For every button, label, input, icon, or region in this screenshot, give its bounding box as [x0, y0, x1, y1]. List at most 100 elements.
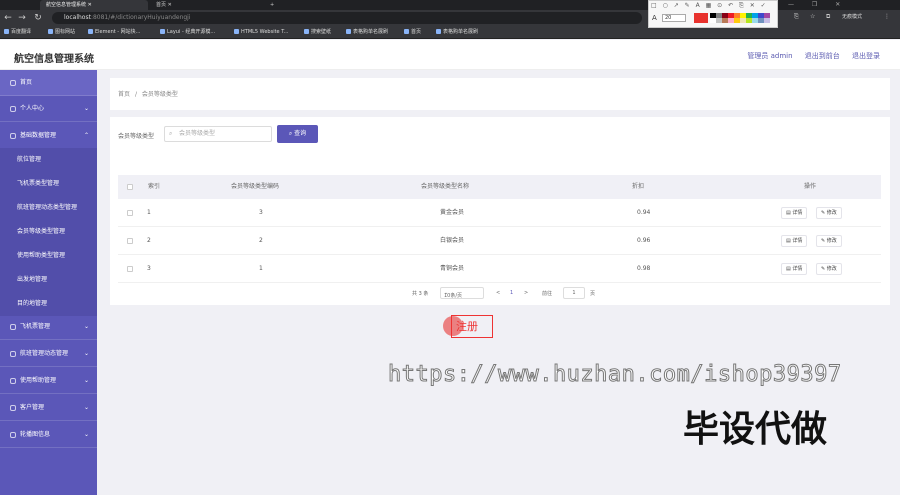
menu-icon[interactable]: ⋮: [884, 13, 890, 20]
bookmark-icon: [88, 29, 93, 34]
reload-icon[interactable]: ↻: [32, 12, 44, 24]
sidebar-item-help[interactable]: 使用帮助管理 ⌄: [0, 368, 97, 394]
select-all-checkbox[interactable]: [127, 184, 133, 190]
bookmark[interactable]: Layui - 经典开源模...: [160, 28, 215, 37]
goto-page-input[interactable]: 1: [563, 287, 585, 299]
annotation-tools[interactable]: □ ○ ↗ ✎ A ▦ ⊙ ↶ ⎘ ✕ ✓: [651, 2, 768, 10]
extension-icon[interactable]: ⧉: [826, 13, 830, 21]
forward-icon[interactable]: →: [16, 12, 28, 24]
front-link[interactable]: 退出到前台: [805, 52, 840, 60]
cell-discount: 0.96: [637, 237, 651, 244]
row-checkbox[interactable]: [127, 210, 133, 216]
page-unit-label: 页: [590, 291, 596, 297]
color-palette: [710, 13, 770, 23]
bookmark-icon: [234, 29, 239, 34]
edit-icon: ✎: [821, 266, 826, 272]
sidebar-subitem[interactable]: 出发地管理: [0, 268, 97, 292]
url-input[interactable]: localhost:8081/#/dictionaryHuiyuandengji: [52, 12, 642, 24]
star-icon[interactable]: ☆: [810, 13, 815, 20]
header-discount[interactable]: 折扣: [632, 175, 644, 199]
detail-button[interactable]: ▤ 详情: [781, 235, 808, 247]
sidebar-item-basic[interactable]: 基础数据管理 ⌃: [0, 123, 97, 149]
app-header: 航空信息管理系统 管理员 admin 退出到前台 退出登录: [0, 40, 900, 70]
bookmark[interactable]: 图标网站: [48, 28, 75, 37]
bookmark[interactable]: 表格购单名展刷: [436, 28, 478, 37]
search-icon: ⌕: [288, 130, 293, 137]
back-icon[interactable]: ←: [2, 12, 14, 24]
chevron-up-icon: ⌃: [83, 132, 89, 139]
bookmark[interactable]: 搜索壁纸: [304, 28, 331, 37]
watermark-url: https://www.huzhan.com/ishop39397: [388, 362, 842, 388]
font-size-select[interactable]: 20: [662, 14, 686, 22]
sidebar-subitem-active[interactable]: 会员等级类型管理: [0, 220, 97, 244]
chevron-down-icon: ⌄: [83, 377, 89, 384]
search-input[interactable]: ⌕ 会员等级类型: [164, 126, 272, 142]
bookmark[interactable]: 表格购单名展刷: [346, 28, 388, 37]
sidebar-item-tickets[interactable]: 飞机票管理 ⌄: [0, 314, 97, 340]
sidebar-item-home[interactable]: 首页: [0, 70, 97, 96]
cell-index: 3: [147, 265, 151, 272]
sidebar-subitem[interactable]: 使用帮助类型管理: [0, 244, 97, 268]
page-size-select[interactable]: 10条/页 ⌄: [440, 287, 484, 299]
window-controls[interactable]: — ❐ ✕: [788, 0, 900, 10]
header-code[interactable]: 会员等级类型编码: [231, 175, 279, 199]
translate-icon[interactable]: ⎘: [794, 13, 799, 21]
app-title: 航空信息管理系统: [14, 54, 94, 65]
chevron-down-icon: ⌄: [83, 105, 89, 112]
sidebar-item-personal[interactable]: 个人中心 ⌄: [0, 96, 97, 122]
breadcrumb-card: 首页 / 会员等级类型: [110, 78, 890, 110]
filter-label: 会员等级类型: [118, 133, 155, 140]
search-icon: ⌕: [169, 130, 173, 137]
table-row: 3 1 青铜会员 0.98 ▤ 详情 ✎ 修改: [118, 255, 881, 283]
tab-title: 首页: [156, 2, 167, 8]
header-links: 管理员 admin 退出到前台 退出登录: [737, 51, 880, 61]
user-icon: [10, 105, 16, 112]
row-checkbox[interactable]: [127, 238, 133, 244]
prev-page-button[interactable]: <: [496, 290, 500, 296]
chevron-down-icon: ⌄: [83, 431, 89, 438]
chevron-down-icon: ⌄: [83, 350, 89, 357]
detail-icon: ▤: [786, 266, 791, 272]
edit-button[interactable]: ✎ 修改: [816, 207, 842, 219]
pagination: 共 3 条 10条/页 ⌄ < 1 > 前往 1 页: [110, 287, 890, 301]
sidebar-subitem[interactable]: 飞机票类型管理: [0, 172, 97, 196]
bookmark[interactable]: HTML5 Website T...: [234, 28, 288, 37]
bookmark[interactable]: 首页: [404, 28, 421, 37]
current-color-swatch[interactable]: [694, 13, 708, 23]
admin-label: 管理员 admin: [747, 52, 793, 60]
home-icon: [10, 79, 16, 86]
search-button[interactable]: ⌕ 查询: [277, 125, 318, 143]
sidebar-item-flight-dynamics[interactable]: 航班管理动态管理 ⌄: [0, 341, 97, 367]
page-number-current[interactable]: 1: [510, 290, 513, 296]
edit-button[interactable]: ✎ 修改: [816, 263, 842, 275]
detail-button[interactable]: ▤ 详情: [781, 207, 808, 219]
sidebar-subitem[interactable]: 目的地管理: [0, 292, 97, 316]
next-page-button[interactable]: >: [524, 290, 528, 296]
close-icon[interactable]: ✕: [88, 2, 92, 8]
font-icon[interactable]: A: [652, 14, 657, 22]
detail-icon: ▤: [786, 210, 791, 216]
new-tab-button[interactable]: +: [264, 0, 280, 10]
breadcrumb-home[interactable]: 首页: [118, 91, 130, 98]
sidebar-item-carousel[interactable]: 轮播图信息 ⌄: [0, 422, 97, 448]
row-checkbox[interactable]: [127, 266, 133, 272]
detail-button[interactable]: ▤ 详情: [781, 263, 808, 275]
cell-discount: 0.98: [637, 265, 651, 272]
bookmark[interactable]: 百度翻译: [4, 28, 31, 37]
bookmark[interactable]: Element - 网站快...: [88, 28, 140, 37]
header-name[interactable]: 会员等级类型名称: [421, 175, 469, 199]
data-table: 索引 会员等级类型编码 会员等级类型名称 折扣 操作 1 3 黄金会员 0.94…: [110, 165, 890, 305]
browser-tab[interactable]: 首页 ✕: [150, 0, 260, 10]
sidebar-subitem[interactable]: 航位管理: [0, 148, 97, 172]
breadcrumb-current: 会员等级类型: [141, 91, 178, 98]
close-icon[interactable]: ✕: [168, 2, 172, 8]
edit-button[interactable]: ✎ 修改: [816, 235, 842, 247]
cell-index: 2: [147, 237, 151, 244]
register-annotation: 注册: [451, 315, 493, 338]
sidebar-subitem[interactable]: 航班管理动态类型管理: [0, 196, 97, 220]
incognito-label[interactable]: 无痕模式: [842, 13, 862, 20]
browser-tab-active[interactable]: 航空信息管理系统 ✕: [40, 0, 148, 10]
color-swatch[interactable]: [764, 18, 770, 23]
logout-link[interactable]: 退出登录: [852, 52, 880, 60]
sidebar-item-customers[interactable]: 客户管理 ⌄: [0, 395, 97, 421]
